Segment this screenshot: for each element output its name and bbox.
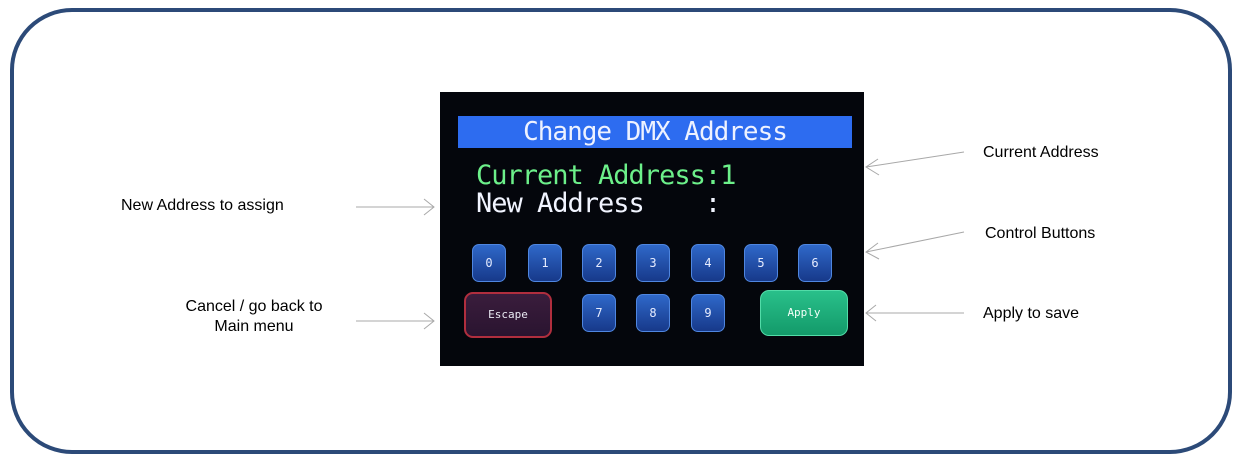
label-current-address: Current Address [983, 144, 1099, 161]
label-cancel: Cancel / go back to Main menu [160, 297, 348, 337]
label-apply-to-save: Apply to save [983, 305, 1080, 322]
label-control-buttons: Control Buttons [985, 225, 1096, 242]
label-cancel-line2: Main menu [214, 318, 294, 335]
label-cancel-line1: Cancel / go back to [185, 298, 323, 315]
label-new-address: New Address to assign [121, 197, 284, 214]
leader-current-address [865, 151, 965, 168]
leader-control-buttons [865, 231, 965, 253]
